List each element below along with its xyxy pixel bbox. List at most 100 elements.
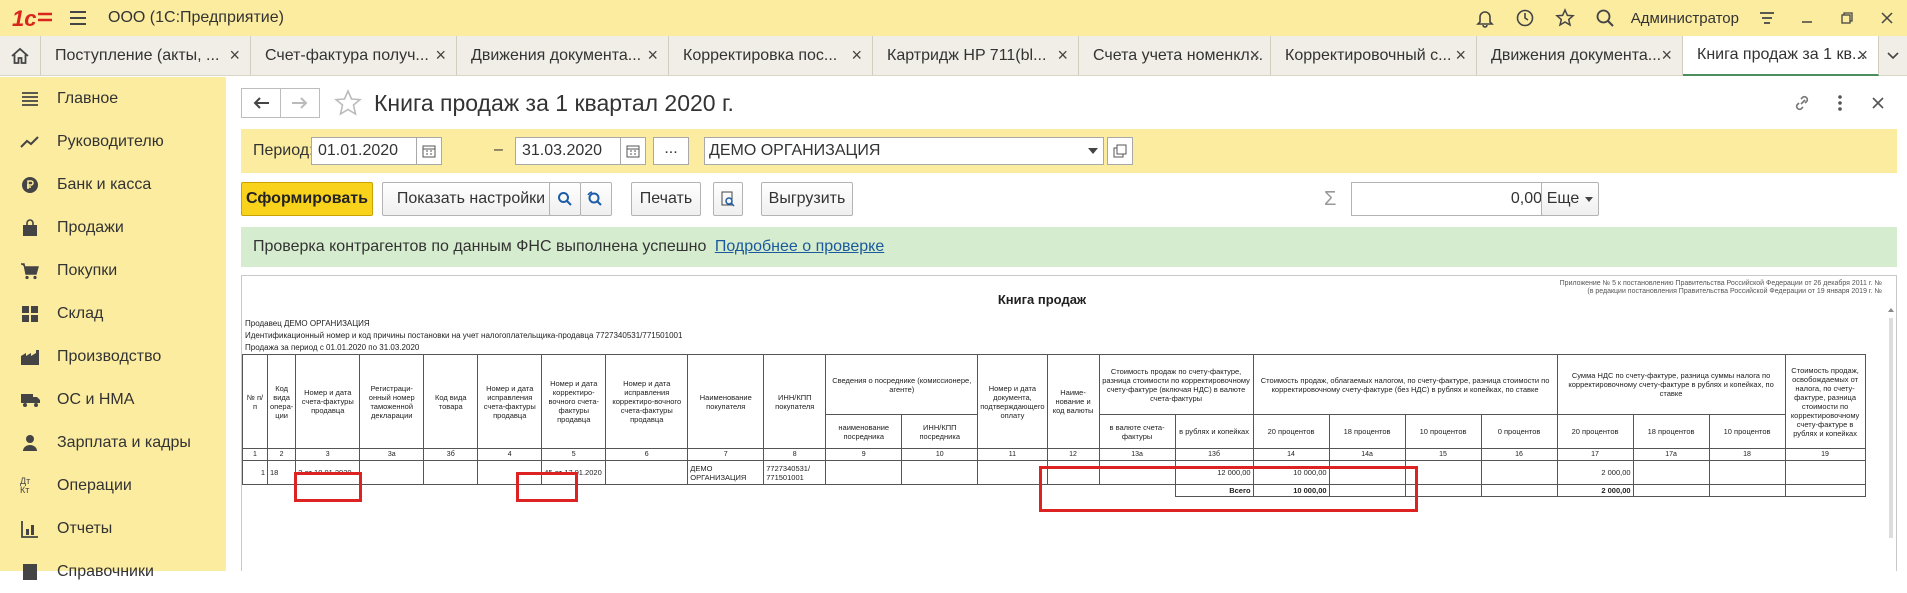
calendar-from-icon[interactable] [416, 137, 442, 165]
cell-empty [423, 460, 479, 485]
header-cell: ИНН/КПП покупателя [763, 354, 827, 449]
tab-close-icon[interactable]: × [1455, 46, 1466, 64]
find-button[interactable] [549, 182, 581, 216]
period-select-button[interactable]: ... [653, 137, 689, 165]
show-settings-button[interactable]: Показать настройки [382, 182, 560, 216]
print-button[interactable]: Печать [631, 182, 701, 216]
tab-correction-invoice[interactable]: Корректировочный с... × [1271, 36, 1477, 75]
settings-menu-icon[interactable] [1747, 0, 1787, 36]
tab-document-movements[interactable]: Движения документа... × [457, 36, 669, 75]
preview-button[interactable] [713, 182, 743, 216]
sidebar-item-directories[interactable]: Справочники [0, 550, 226, 593]
sidebar-item-fixed-assets[interactable]: ОС и НМА [0, 378, 226, 421]
menu-lines-icon [20, 89, 40, 109]
column-number-cell: 9 [825, 448, 903, 461]
column-number-cell: 17 [1556, 448, 1634, 461]
person-icon [20, 433, 40, 453]
tab-invoice-received[interactable]: Счет-фактура получ... × [251, 36, 457, 75]
close-form-icon[interactable] [1859, 91, 1897, 115]
sidebar-item-operations[interactable]: Дт Кт Операции [0, 464, 226, 507]
favorites-star-icon[interactable] [1545, 0, 1585, 36]
calendar-to-icon[interactable] [620, 137, 646, 165]
sales-book-report[interactable]: Приложение № 5 к постановлению Правитель… [241, 275, 1897, 571]
find-next-button[interactable] [580, 182, 612, 216]
favorite-star-icon[interactable] [334, 89, 362, 117]
bell-icon[interactable] [1465, 0, 1505, 36]
organization-dropdown-icon[interactable] [1083, 137, 1103, 165]
sidebar-item-salary[interactable]: Зарплата и кадры [0, 421, 226, 464]
header-cell: Номер и дата документа, подтверждающего … [977, 354, 1048, 449]
tab-sales-book[interactable]: Книга продаж за 1 кв... × [1683, 36, 1879, 76]
tab-close-icon[interactable]: × [1249, 46, 1260, 64]
warehouse-grid-icon [20, 304, 40, 324]
organization-field[interactable]: ДЕМО ОРГАНИЗАЦИЯ [704, 137, 1104, 165]
tab-close-icon[interactable]: × [1857, 46, 1868, 64]
header-cell: Стоимость продаж, облагаемых налогом, по… [1252, 354, 1558, 415]
generate-button[interactable]: Сформировать [241, 182, 373, 216]
header-cell: в рублях и копейках [1174, 414, 1254, 449]
more-button[interactable]: Еще [1541, 182, 1599, 216]
user-name[interactable]: Администратор [1631, 10, 1739, 27]
app-title: ООО (1С:Предприятие) [108, 9, 284, 26]
cell-empty [1632, 484, 1710, 497]
cell-empty [977, 460, 1048, 485]
sidebar-item-production[interactable]: Производство [0, 335, 226, 378]
sidebar-item-reports[interactable]: Отчеты [0, 507, 226, 550]
sidebar-item-purchases[interactable]: Покупки [0, 249, 226, 292]
tab-close-icon[interactable]: × [1057, 46, 1068, 64]
tab-receipt-correction[interactable]: Корректировка пос... × [669, 36, 873, 75]
cell-empty [1480, 484, 1558, 497]
organization-open-icon[interactable] [1107, 137, 1133, 165]
report-title: Книга продаж [997, 292, 1087, 307]
home-tab[interactable] [0, 36, 41, 75]
sum-field[interactable]: 0,00 [1351, 182, 1551, 216]
back-button[interactable] [241, 88, 281, 118]
cell-buyer-inn: 7727340531/ 771501001 [763, 460, 827, 485]
report-scrollbar[interactable] [1886, 306, 1896, 556]
cell-op-code: 18 [266, 460, 297, 485]
more-vertical-icon[interactable] [1821, 91, 1859, 115]
report-info: Продавец ДЕМО ОРГАНИЗАЦИЯ Идентификацион… [245, 318, 682, 354]
sidebar-item-warehouse[interactable]: Склад [0, 292, 226, 335]
tab-close-icon[interactable]: × [435, 46, 446, 64]
forward-button[interactable] [280, 88, 320, 118]
sidebar-item-bank[interactable]: Банк и касса [0, 163, 226, 206]
tab-close-icon[interactable]: × [851, 46, 862, 64]
header-cell: 10 процентов [1404, 414, 1482, 449]
link-icon[interactable] [1783, 91, 1821, 115]
export-button[interactable]: Выгрузить [761, 182, 853, 216]
search-icon[interactable] [1585, 0, 1625, 36]
restore-icon[interactable] [1827, 0, 1867, 36]
tabs-more-chevron-icon[interactable] [1879, 36, 1907, 75]
header-cell: 10 процентов [1708, 414, 1786, 449]
tab-cartridge[interactable]: Картридж HP 711(bl... × [873, 36, 1079, 75]
tab-receipt[interactable]: Поступление (акты, ... × [41, 36, 251, 75]
arrow-left-icon [253, 97, 269, 109]
report-toolbar: Сформировать Показать настройки Печать В… [241, 182, 1897, 218]
highlight-invoice-box [294, 472, 362, 502]
chevron-down-icon [1585, 196, 1594, 202]
tab-item-accounts[interactable]: Счета учета номенкл... × [1079, 36, 1271, 75]
close-window-icon[interactable] [1867, 0, 1907, 36]
tab-close-icon[interactable]: × [647, 46, 658, 64]
period-from-field[interactable]: 01.01.2020 [311, 137, 417, 165]
column-number-cell: 15 [1404, 448, 1482, 461]
column-number-cell: 14 [1252, 448, 1330, 461]
tab-close-icon[interactable]: × [229, 46, 240, 64]
main-menu-icon[interactable] [68, 8, 88, 28]
tab-close-icon[interactable]: × [1661, 46, 1672, 64]
sidebar-item-manager[interactable]: Руководителю [0, 120, 226, 163]
sidebar-item-sales[interactable]: Продажи [0, 206, 226, 249]
period-label: Период: [253, 142, 314, 159]
column-number-cell: 11 [977, 448, 1048, 461]
sidebar-item-main[interactable]: Главное [0, 77, 226, 120]
header-cell: 18 процентов [1328, 414, 1406, 449]
minimize-icon[interactable] [1787, 0, 1827, 36]
cell-vat-20: 2 000,00 [1556, 460, 1634, 485]
period-to-field[interactable]: 31.03.2020 [515, 137, 621, 165]
history-icon[interactable] [1505, 0, 1545, 36]
sidebar-item-label: ОС и НМА [57, 390, 135, 408]
tab-document-movements-2[interactable]: Движения документа... × [1477, 36, 1683, 75]
sidebar-item-label: Операции [57, 476, 132, 494]
check-details-link[interactable]: Подробнее о проверке [715, 238, 884, 255]
